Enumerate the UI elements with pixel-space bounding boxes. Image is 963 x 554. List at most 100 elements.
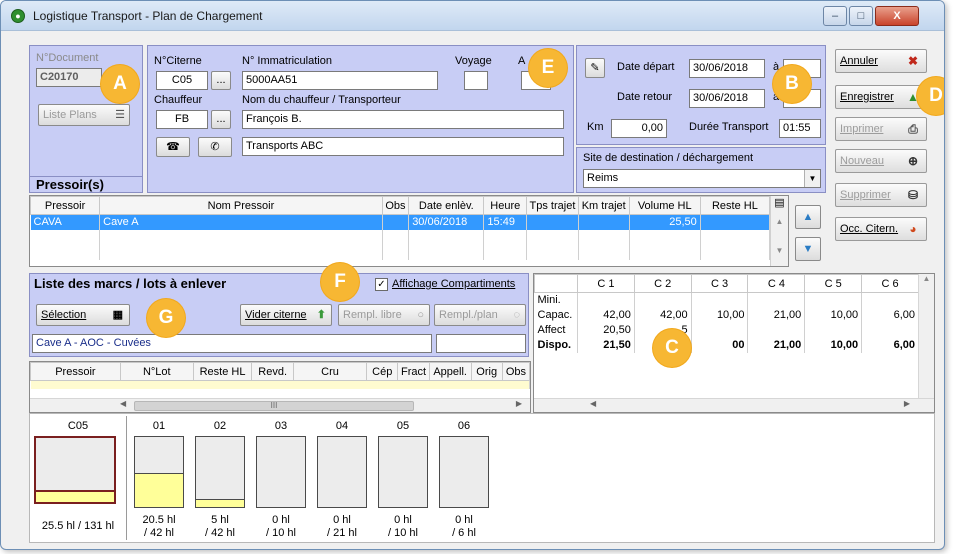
phone-button[interactable]: ☎ xyxy=(156,137,190,157)
occ-citern-button[interactable]: Occ. Citern. ◕ xyxy=(835,217,927,241)
scroll-up-icon[interactable]: ▲ xyxy=(919,274,934,283)
site-select[interactable]: Reims ▼ xyxy=(583,169,821,188)
cuvee-extra-field[interactable] xyxy=(436,334,526,353)
col-obs[interactable]: Obs xyxy=(381,196,410,215)
col-km-trajet[interactable]: Km trajet xyxy=(577,196,630,215)
rempl-libre-button[interactable]: Rempl. libre ○ xyxy=(338,304,430,326)
col-m-cru[interactable]: Cru xyxy=(293,362,368,381)
comp-hscrollbar[interactable]: ◀ ▶ xyxy=(534,398,934,412)
tank-compartment[interactable] xyxy=(195,436,245,508)
col-m-lot[interactable]: N°Lot xyxy=(119,362,194,381)
chevron-down-icon[interactable]: ▼ xyxy=(804,170,820,187)
supprimer-button[interactable]: Supprimer ⛁ xyxy=(835,183,927,207)
col-volume-hl[interactable]: Volume HL xyxy=(628,196,701,215)
badge-c: C xyxy=(653,329,691,367)
cuvee-field[interactable]: Cave A - AOC - Cuvées xyxy=(32,334,432,353)
col-m-orig[interactable]: Orig xyxy=(470,362,503,381)
marcs-hscrollbar[interactable]: ◀ III ▶ xyxy=(30,398,530,412)
enregistrer-button[interactable]: Enregistrer ▲ xyxy=(835,85,927,109)
comp-cell: 21,00 xyxy=(747,337,806,353)
tank-main[interactable] xyxy=(34,436,116,504)
col-m-cep[interactable]: Cép xyxy=(366,362,399,381)
table-row[interactable] xyxy=(30,229,771,245)
arrow-up-green-icon: ⬆ xyxy=(316,309,326,321)
edit-dates-button[interactable]: ✎ xyxy=(585,58,605,78)
tank-level: 0 hl xyxy=(455,514,473,526)
col-c4[interactable]: C 4 xyxy=(747,274,806,293)
table-row[interactable] xyxy=(30,244,771,260)
document-field[interactable]: C20170 xyxy=(36,68,102,87)
pressoir-scrollbar[interactable]: ▤ ▲ ▼ xyxy=(770,196,788,266)
minimize-button[interactable]: – xyxy=(823,6,847,26)
table-row[interactable] xyxy=(30,380,530,389)
window-title: Logistique Transport - Plan de Chargemen… xyxy=(33,9,263,23)
selection-button[interactable]: Sélection ▦ xyxy=(36,304,130,326)
imprimer-button[interactable]: Imprimer ⎙ xyxy=(835,117,927,141)
scroll-right-icon[interactable]: ▶ xyxy=(516,399,522,408)
citerne-browse-button[interactable]: ... xyxy=(211,71,231,90)
scroll-thumb[interactable]: III xyxy=(134,401,414,411)
affichage-checkbox[interactable]: ✓ xyxy=(375,278,388,291)
scroll-left-icon[interactable]: ◀ xyxy=(120,399,126,408)
comp-cell xyxy=(691,322,749,338)
tank-compartment[interactable] xyxy=(256,436,306,508)
tank-compartment[interactable] xyxy=(317,436,367,508)
col-m-appell[interactable]: Appell. xyxy=(428,362,472,381)
depart-date-field[interactable]: 30/06/2018 xyxy=(689,59,765,78)
vider-citerne-button[interactable]: Vider citerne ⬆ xyxy=(240,304,332,326)
tank-fill xyxy=(196,499,244,507)
tank-compartment[interactable] xyxy=(378,436,428,508)
new-icon: ⊕ xyxy=(907,154,919,168)
mobile-button[interactable]: ✆ xyxy=(198,137,232,157)
scroll-down-icon[interactable]: ▼ xyxy=(771,246,788,255)
comp-row: Capac. 42,00 42,00 10,00 21,00 10,00 6,00 xyxy=(534,307,919,323)
col-c3[interactable]: C 3 xyxy=(690,274,749,293)
tank-compartment[interactable] xyxy=(439,436,489,508)
km-field[interactable]: 0,00 xyxy=(611,119,667,138)
printer-icon: ⎙ xyxy=(908,122,918,136)
app-window: ● Logistique Transport - Plan de Chargem… xyxy=(0,0,945,550)
liste-plans-button[interactable]: Liste Plans ☰ xyxy=(38,104,130,126)
duree-field[interactable]: 01:55 xyxy=(779,119,821,138)
col-c2[interactable]: C 2 xyxy=(633,274,692,293)
voyage-field[interactable] xyxy=(464,71,488,90)
arrow-down-icon: ▼ xyxy=(802,243,814,255)
col-reste-hl[interactable]: Reste HL xyxy=(699,196,771,215)
chauffeur-field[interactable]: FB xyxy=(156,110,208,129)
immat-field[interactable]: 5000AA51 xyxy=(242,71,438,90)
nouveau-button[interactable]: Nouveau ⊕ xyxy=(835,149,927,173)
col-m-fract[interactable]: Fract xyxy=(397,362,430,381)
scroll-left-icon[interactable]: ◀ xyxy=(590,399,596,408)
col-m-pressoir[interactable]: Pressoir xyxy=(30,362,121,381)
col-c6[interactable]: C 6 xyxy=(861,274,919,293)
col-nom-pressoir[interactable]: Nom Pressoir xyxy=(99,196,383,215)
retour-date-field[interactable]: 30/06/2018 xyxy=(689,89,765,108)
col-m-revd[interactable]: Revd. xyxy=(251,362,295,381)
col-c5[interactable]: C 5 xyxy=(804,274,863,293)
scroll-right-icon[interactable]: ▶ xyxy=(904,399,910,408)
col-m-obs[interactable]: Obs xyxy=(501,362,531,381)
affichage-label[interactable]: Affichage Compartiments xyxy=(392,278,515,290)
move-up-button[interactable]: ▲ xyxy=(795,205,821,229)
col-heure[interactable]: Heure xyxy=(483,196,528,215)
col-tps-trajet[interactable]: Tps trajet xyxy=(526,196,579,215)
tank-compartment[interactable] xyxy=(134,436,184,508)
col-date-enlev[interactable]: Date enlèv. xyxy=(408,196,485,215)
maximize-button[interactable]: □ xyxy=(849,6,873,26)
col-m-reste[interactable]: Reste HL xyxy=(192,362,253,381)
citerne-field[interactable]: C05 xyxy=(156,71,208,90)
rempl-plan-button[interactable]: Rempl./plan ◌ xyxy=(434,304,526,326)
nom-chauffeur-field[interactable]: François B. xyxy=(242,110,564,129)
annuler-button[interactable]: Annuler ✖ xyxy=(835,49,927,73)
marcs-title: Liste des marcs / lots à enlever xyxy=(34,276,227,291)
close-button[interactable]: X xyxy=(875,6,919,26)
chauffeur-browse-button[interactable]: ... xyxy=(211,110,231,129)
column-chooser-icon[interactable]: ▤ xyxy=(771,196,788,209)
transporteur-field[interactable]: Transports ABC xyxy=(242,137,564,156)
move-down-button[interactable]: ▼ xyxy=(795,237,821,261)
comp-vscrollbar[interactable]: ▲ xyxy=(918,274,934,398)
scroll-up-icon[interactable]: ▲ xyxy=(771,217,788,226)
col-pressoir[interactable]: Pressoir xyxy=(29,196,101,215)
table-row[interactable]: CAVA Cave A 30/06/2018 15:49 25,50 xyxy=(30,214,771,230)
col-c1[interactable]: C 1 xyxy=(576,274,635,293)
